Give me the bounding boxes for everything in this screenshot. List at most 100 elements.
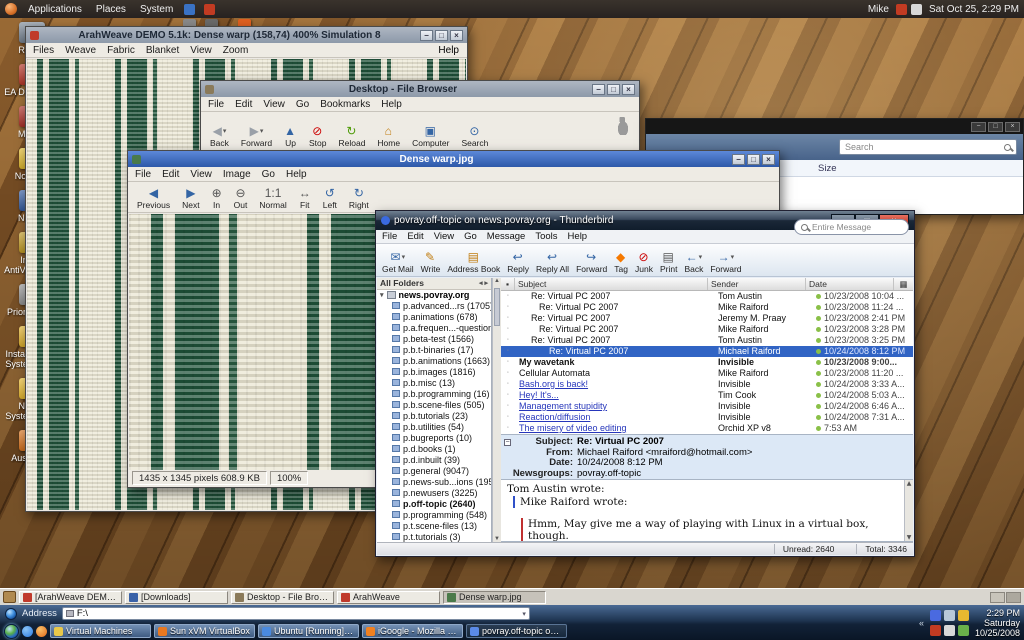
antivirus-tray-icon[interactable] <box>958 610 969 621</box>
folder-item[interactable]: p.b.programming (16) <box>377 388 491 399</box>
message-row[interactable]: ◦ My wavetank Invisible 10/23/2008 9:00.… <box>501 357 913 368</box>
display-tray-icon[interactable] <box>944 610 955 621</box>
menu-item[interactable]: View <box>190 169 212 180</box>
browser-launcher-icon[interactable] <box>184 4 195 15</box>
panel-menu[interactable]: Applications <box>26 4 84 15</box>
thread-twisty-icon[interactable]: ◦ <box>501 335 515 346</box>
folder-item[interactable]: p.b.images (1816) <box>377 366 491 377</box>
taskbar-button[interactable]: Sun xVM VirtualBox <box>154 624 255 638</box>
next-view-icon[interactable]: ▸ <box>484 279 488 287</box>
search-input[interactable]: Search <box>839 139 1017 155</box>
folder-item[interactable]: p.d.books (1) <box>377 443 491 454</box>
message-row[interactable]: ◦ Management stupidity Invisible 10/24/2… <box>501 401 913 412</box>
panel-menu[interactable]: System <box>138 4 175 15</box>
folder-item[interactable]: p.b.animations (1663) <box>377 355 491 366</box>
thread-twisty-icon[interactable]: ◦ <box>501 379 515 390</box>
maximize-button[interactable] <box>607 84 620 95</box>
subject-column-header[interactable]: Subject <box>515 278 708 290</box>
folder-item[interactable]: p.newusers (3225) <box>377 487 491 498</box>
maximize-button[interactable] <box>747 154 760 165</box>
computer-button[interactable]: ▣ Computer <box>407 124 454 149</box>
junk-button[interactable]: ⊘ Junk <box>632 250 656 275</box>
menu-item[interactable]: File <box>382 231 397 242</box>
menu-item[interactable]: Help <box>286 169 307 180</box>
thread-twisty-icon[interactable]: ◦ <box>501 313 515 324</box>
scroll-down-icon[interactable]: ▼ <box>905 534 913 541</box>
thread-twisty-icon[interactable]: ◦ <box>501 291 515 302</box>
folder-item[interactable]: p.beta-test (1566) <box>377 333 491 344</box>
menu-item[interactable]: Tools <box>535 231 557 242</box>
reply-all-button[interactable]: ↩ Reply All <box>533 250 572 275</box>
message-row[interactable]: ◦ Reaction/diffusion Invisible 10/24/200… <box>501 412 913 423</box>
thread-twisty-icon[interactable]: ◦ <box>501 357 515 368</box>
get-mail-button[interactable]: ✉ ▾ Get Mail <box>379 250 417 275</box>
address-toolbar-icon[interactable] <box>5 608 17 620</box>
date-column-header[interactable]: Date <box>806 278 894 290</box>
menu-item[interactable]: Weave <box>65 45 96 56</box>
menu-item[interactable]: View <box>263 99 285 110</box>
address-input[interactable]: F:\ ▾ <box>62 607 530 620</box>
address-book-button[interactable]: ▤ Address Book <box>444 250 503 275</box>
menu-item[interactable]: Zoom <box>223 45 249 56</box>
show-desktop-icon[interactable] <box>3 591 16 603</box>
scroll-up-icon[interactable]: ▲ <box>493 278 501 284</box>
thread-twisty-icon[interactable]: ◦ <box>501 368 515 379</box>
minimize-button[interactable]: − <box>971 122 986 132</box>
tag-button[interactable]: ◆ Tag <box>611 250 631 275</box>
folder-item[interactable]: p.a.frequen...-questions <box>377 322 491 333</box>
folder-item[interactable]: p.b.utilities (54) <box>377 421 491 432</box>
message-row[interactable]: ◦ Re: Virtual PC 2007 Michael Raiford 10… <box>501 346 913 357</box>
minimize-button[interactable] <box>592 84 605 95</box>
rotate-right-button[interactable]: ↻ Right <box>344 186 374 211</box>
menu-item[interactable]: Bookmarks <box>320 99 370 110</box>
security-center-tray-icon[interactable] <box>930 625 941 636</box>
folder-item[interactable]: p.programming (548) <box>377 509 491 520</box>
forward-button[interactable]: ↪ Forward <box>573 250 610 275</box>
help-menu[interactable]: Help <box>438 45 459 56</box>
back-button[interactable]: ← ▾ Back <box>681 250 706 275</box>
menu-item[interactable]: File <box>135 169 151 180</box>
message-body[interactable]: Tom Austin wrote: Mike Raiford wrote: Hm… <box>501 480 913 542</box>
back-button[interactable]: ◀ ▾ Back <box>205 124 234 149</box>
folder-pane-header[interactable]: All Folders ◂ ▸ <box>377 278 491 290</box>
close-button[interactable] <box>450 30 463 41</box>
menu-item[interactable]: Help <box>568 231 588 242</box>
menu-item[interactable]: Go <box>296 99 309 110</box>
folder-item[interactable]: p.b.misc (13) <box>377 377 491 388</box>
print-button[interactable]: ▤ Print <box>657 250 680 275</box>
collapse-header-icon[interactable]: − <box>504 439 511 446</box>
menu-item[interactable]: Help <box>381 99 402 110</box>
write-button[interactable]: ✎ Write <box>418 250 444 275</box>
folder-item[interactable]: p.b.t-binaries (17) <box>377 344 491 355</box>
workspace-thumb[interactable] <box>990 592 1005 603</box>
folder-item[interactable]: p.advanced...rs (1705) <box>377 300 491 311</box>
taskbar-clock[interactable]: 2:29 PM Saturday 10/25/2008 <box>975 608 1022 638</box>
taskbar-button[interactable]: povray.off-topic on ... <box>466 624 567 638</box>
close-button[interactable] <box>762 154 775 165</box>
file-browser-titlebar[interactable]: Desktop - File Browser <box>201 81 639 97</box>
panel-menu[interactable]: Places <box>94 4 128 15</box>
reply-button[interactable]: ↩ Reply <box>504 250 532 275</box>
network-tray-icon[interactable] <box>958 625 969 636</box>
window-list-button[interactable]: ArahWeave <box>337 591 440 604</box>
folder-pane-scrollbar[interactable]: ▲ ▼ <box>492 278 501 542</box>
minimize-button[interactable] <box>732 154 745 165</box>
distro-logo-icon[interactable] <box>5 3 17 15</box>
message-search-input[interactable]: Entire Message <box>794 219 909 235</box>
launcher-icon[interactable] <box>204 4 215 15</box>
reload-button[interactable]: ↻ Reload <box>333 124 370 149</box>
message-row[interactable]: ◦ Re: Virtual PC 2007 Jeremy M. Praay 10… <box>501 313 913 324</box>
user-name[interactable]: Mike <box>868 4 889 15</box>
scroll-thumb[interactable] <box>494 288 500 326</box>
quick-launch-firefox-icon[interactable] <box>36 626 47 637</box>
next-button[interactable]: ▶ Next <box>177 186 204 211</box>
menu-item[interactable]: Edit <box>235 99 252 110</box>
message-from[interactable]: Michael Raiford <mraiford@hotmail.com> <box>577 448 752 459</box>
thread-twisty-icon[interactable]: ◦ <box>501 346 515 357</box>
menu-item[interactable]: Image <box>223 169 251 180</box>
volume-icon[interactable] <box>911 4 922 15</box>
folder-item[interactable]: p.animations (678) <box>377 311 491 322</box>
up-button[interactable]: ▲ Up <box>279 124 302 149</box>
folder-item[interactable]: p.off-topic (2640) <box>377 498 491 509</box>
start-button[interactable] <box>4 624 19 639</box>
